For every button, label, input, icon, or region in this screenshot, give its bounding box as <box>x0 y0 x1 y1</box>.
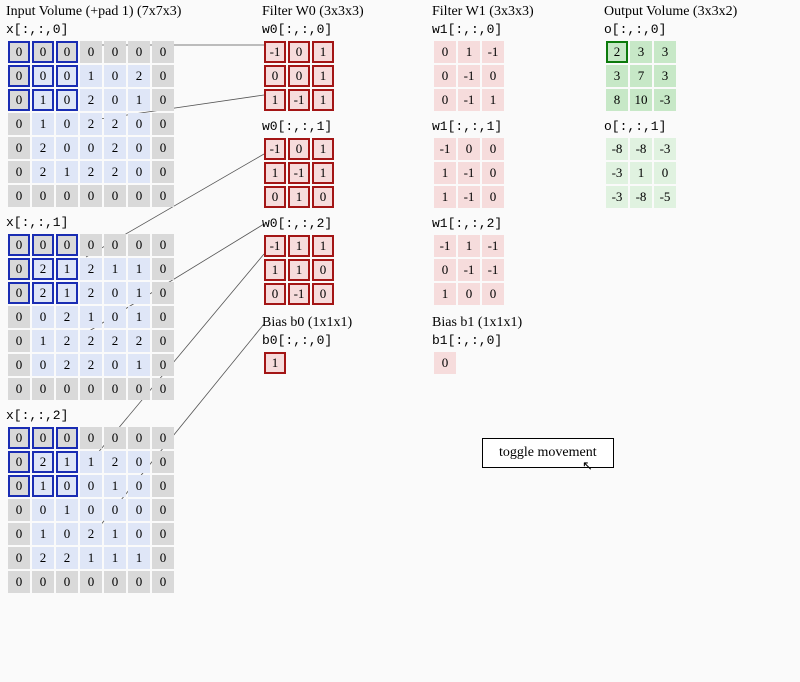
input-slice-label: x[:,:,2] <box>6 408 246 423</box>
output-volume-column: Output Volume (3x3x2) o[:,:,0] 233373810-… <box>604 4 764 216</box>
bias-b1-heading: Bias b1 (1x1x1) <box>432 315 582 331</box>
w0-slice-label: w0[:,:,0] <box>262 22 412 37</box>
w1-slice-label: w1[:,:,2] <box>432 216 582 231</box>
input-heading: Input Volume (+pad 1) (7x7x3) <box>6 4 246 20</box>
w0-matrix-0: -1010011-11 <box>262 39 336 113</box>
input-matrix-1: 0000000021211002120100021010012222000220… <box>6 232 176 402</box>
bias-b0-label: b0[:,:,0] <box>262 333 412 348</box>
filter-w0-column: Filter W0 (3x3x3) w0[:,:,0] -1010011-11 w0… <box>262 4 412 382</box>
output-matrix-1: -8-8-3-310-3-8-5 <box>604 136 678 210</box>
output-slice-label: o[:,:,1] <box>604 119 764 134</box>
w1-slice-label: w1[:,:,0] <box>432 22 582 37</box>
w1-matrix-2: -11-10-1-1100 <box>432 233 506 307</box>
w0-slice-label: w0[:,:,1] <box>262 119 412 134</box>
input-volume-column: Input Volume (+pad 1) (7x7x3) x[:,:,0] 00… <box>6 4 246 601</box>
filter-w1-column: Filter W1 (3x3x3) w1[:,:,0] 01-10-100-11 w… <box>432 4 582 382</box>
w1-matrix-1: -1001-101-10 <box>432 136 506 210</box>
input-matrix-0: 0000000000102001020100102200020020002122… <box>6 39 176 209</box>
input-matrix-2: 0000000021120001001000010000010210002211… <box>6 425 176 595</box>
w1-matrix-0: 01-10-100-11 <box>432 39 506 113</box>
toggle-movement-button[interactable]: toggle movement <box>482 438 614 468</box>
bias-b1-value: 0 <box>432 350 458 376</box>
w0-matrix-1: -1011-11010 <box>262 136 336 210</box>
output-heading: Output Volume (3x3x2) <box>604 4 764 20</box>
bias-b1-label: b1[:,:,0] <box>432 333 582 348</box>
input-slice-label: x[:,:,1] <box>6 215 246 230</box>
output-matrix-0: 233373810-3 <box>604 39 678 113</box>
bias-b0-value: 1 <box>262 350 288 376</box>
w1-slice-label: w1[:,:,1] <box>432 119 582 134</box>
bias-b0-heading: Bias b0 (1x1x1) <box>262 315 412 331</box>
w0-heading: Filter W0 (3x3x3) <box>262 4 412 20</box>
w0-matrix-2: -1111100-10 <box>262 233 336 307</box>
output-slice-label: o[:,:,0] <box>604 22 764 37</box>
w1-heading: Filter W1 (3x3x3) <box>432 4 582 20</box>
input-slice-label: x[:,:,0] <box>6 22 246 37</box>
w0-slice-label: w0[:,:,2] <box>262 216 412 231</box>
